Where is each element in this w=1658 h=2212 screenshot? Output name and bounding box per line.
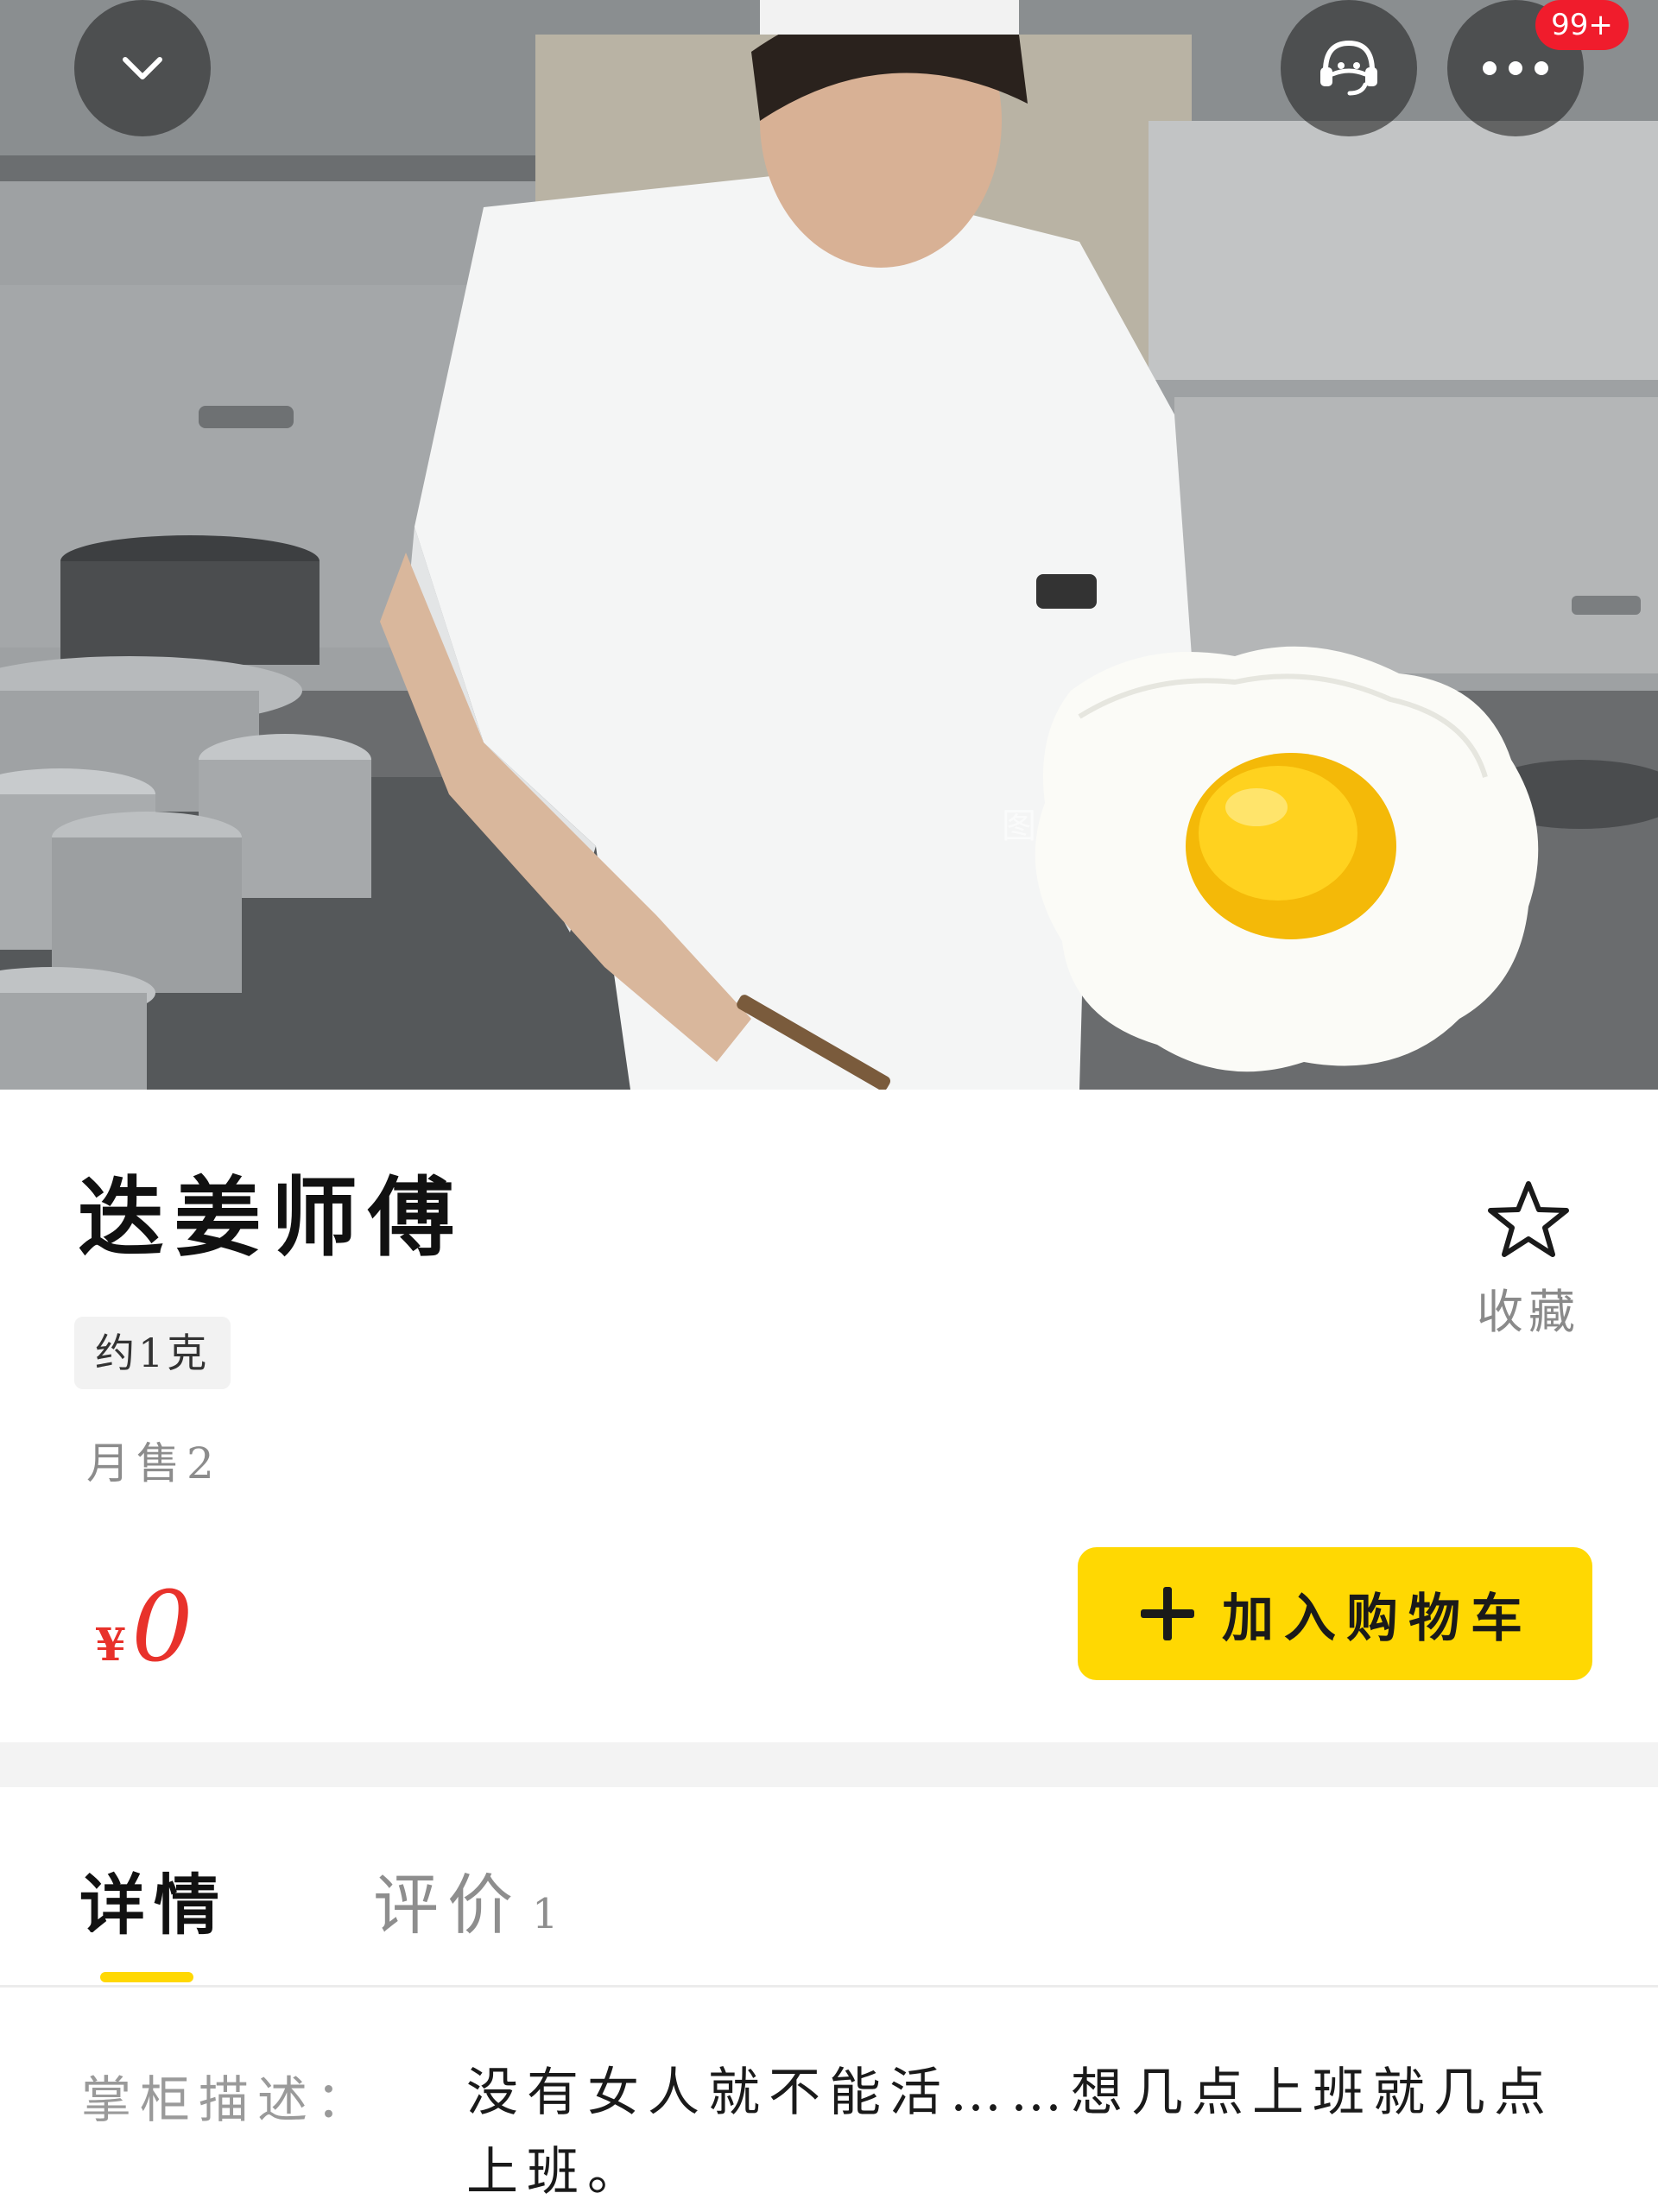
section-divider (0, 1742, 1658, 1787)
description-label: 掌柜描述： (81, 2070, 376, 2129)
description-text: 没有女人就不能活……想几点上班就几点上班。 (466, 2063, 1554, 2203)
price: ¥0 (95, 1571, 193, 1684)
tab-details-label: 详情 (79, 1867, 228, 1943)
tab-reviews-label: 评价 (373, 1867, 522, 1943)
add-to-cart-button[interactable]: 加入购物车 (1078, 1547, 1592, 1680)
tab-reviews[interactable]: 评价 1 (373, 1852, 567, 1947)
notification-badge: 99+ (1535, 0, 1629, 50)
spec-tag: 约1克 (74, 1317, 231, 1389)
more-dots-icon (1483, 61, 1548, 75)
monthly-sales: 月售2 (86, 1438, 221, 1488)
chevron-down-icon (123, 57, 162, 79)
price-amount: 0 (131, 1571, 193, 1684)
tab-reviews-count: 1 (532, 1890, 567, 1938)
favorite-label: 收藏 (1477, 1285, 1580, 1339)
star-icon (1488, 1181, 1569, 1257)
customer-service-button[interactable] (1281, 0, 1417, 136)
kitchen-photo: 图片 (0, 0, 1658, 1090)
product-title: 迭姜师傅 (78, 1166, 465, 1268)
active-tab-indicator (100, 1972, 193, 1982)
favorite-button[interactable]: 收藏 (1468, 1179, 1589, 1342)
tab-divider (0, 1985, 1658, 1988)
add-to-cart-label: 加入购物车 (1222, 1588, 1533, 1649)
product-hero-image: 图片 99+ (0, 0, 1658, 1090)
tab-details[interactable]: 详情 (79, 1852, 228, 1947)
back-button[interactable] (74, 0, 211, 136)
customer-service-icon (1320, 40, 1377, 96)
price-currency: ¥ (95, 1619, 127, 1672)
plus-icon (1141, 1587, 1194, 1640)
